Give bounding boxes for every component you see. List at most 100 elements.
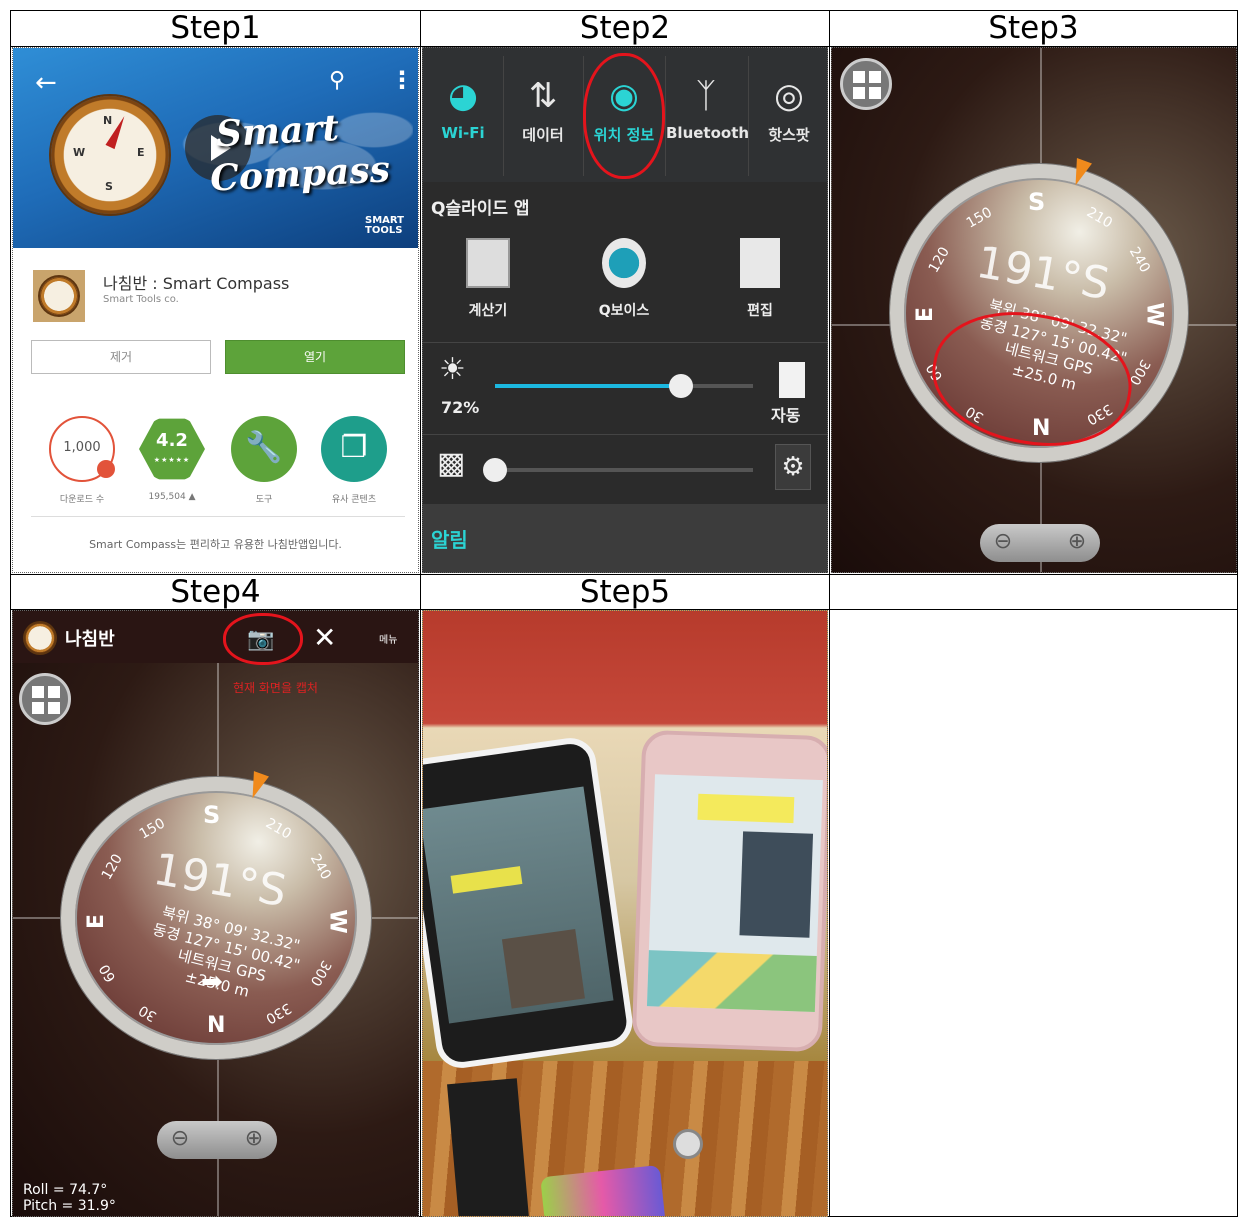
tile-wifi[interactable]: ◕ Wi-Fi [423, 56, 503, 176]
similar-badge[interactable]: ❐ [321, 416, 387, 482]
screen-message [697, 793, 795, 824]
deg-240: 240 [1125, 244, 1153, 276]
notification-label: 알림 [431, 528, 468, 552]
menu-button[interactable]: 메뉴 [379, 631, 397, 646]
dir-w: W [1141, 302, 1167, 327]
dir-w: W [324, 909, 350, 934]
back-arrow-icon[interactable]: ← [35, 68, 57, 98]
app-icon [33, 270, 85, 322]
volume-slider[interactable] [495, 468, 753, 472]
more-vert-icon[interactable]: ⋮ [390, 66, 414, 94]
dir-e: E [913, 306, 939, 323]
orientation-readout: Roll = 74.7° Pitch = 31.9° [23, 1182, 116, 1214]
zoom-out-icon[interactable]: ⊖ [988, 528, 1018, 558]
step5-photo [422, 610, 828, 1217]
rating-badge[interactable]: 4.2 ★★★★★ [139, 418, 205, 480]
notification-panel: 알림 [423, 504, 827, 572]
wifi-icon: ◕ [448, 76, 478, 116]
deg-60: 60 [96, 961, 120, 985]
deg-120: 120 [925, 244, 953, 276]
brightness-percent: 72% [441, 398, 480, 417]
tile-label: Bluetooth [666, 124, 750, 142]
app-banner: ← ⚲ ⋮ N W E S Smart Compass SMART TOOLS [13, 48, 418, 248]
rating-count: 195,504 ▲ [148, 492, 196, 502]
capture-caption: 현재 화면을 캡처 [233, 681, 318, 695]
photo-object [673, 1129, 703, 1159]
col-divider-1 [420, 10, 421, 1217]
quick-settings-row: ◕ Wi-Fi ⇅ 데이터 ◉ 위치 정보 ᛉ Bluetooth ◎ 핫스팟 [423, 48, 827, 182]
deg-240: 240 [306, 851, 334, 883]
location-highlight-circle [583, 53, 665, 179]
app-title: 나침반 [65, 629, 115, 650]
app-edit[interactable]: 편집 [705, 238, 815, 320]
tile-data[interactable]: ⇅ 데이터 [503, 56, 583, 176]
deg-150: 150 [136, 815, 168, 843]
volume-knob[interactable] [483, 458, 507, 482]
step2-quick-settings: ◕ Wi-Fi ⇅ 데이터 ◉ 위치 정보 ᛉ Bluetooth ◎ 핫스팟 … [422, 47, 828, 573]
deg-30: 30 [136, 1001, 160, 1025]
wrench-icon: 🔧 [245, 430, 283, 465]
app-qvoice[interactable]: Q보이스 [569, 238, 679, 320]
edit-icon [740, 238, 780, 288]
header-step5: Step5 [579, 574, 671, 610]
dir-e: E [84, 913, 110, 930]
tile-label: Wi-Fi [441, 124, 485, 142]
dir-n: N [207, 1013, 226, 1038]
step4-compass-capture: 나침반 📷 ✕ 메뉴 현재 화면을 캡처 S E W N 150 210 120… [12, 610, 419, 1217]
brand-logo: SMART TOOLS [365, 215, 404, 236]
dir-s: S [203, 801, 221, 829]
app-name: 나침반 : Smart Compass [103, 274, 290, 293]
tile-bluetooth[interactable]: ᛉ Bluetooth [666, 56, 750, 176]
auto-brightness-checkbox[interactable] [779, 362, 805, 398]
data-icon: ⇅ [528, 76, 558, 116]
screen-message [450, 866, 523, 894]
header-step2: Step2 [579, 10, 671, 46]
app-label: Q보이스 [598, 303, 650, 319]
uninstall-button[interactable]: 제거 [31, 340, 211, 374]
header-step4: Step4 [170, 574, 261, 610]
phone-pink [631, 729, 827, 1053]
qslide-title: Q슬라이드 앱 [431, 199, 530, 219]
category-label: 도구 [255, 495, 273, 505]
deg-210: 210 [262, 815, 294, 843]
category-badge[interactable]: 🔧 [231, 416, 297, 482]
tile-label: 핫스팟 [768, 126, 810, 144]
app-calculator[interactable]: 계산기 [433, 238, 543, 320]
deg-120: 120 [98, 851, 126, 883]
voice-icon [602, 238, 646, 288]
bluetooth-icon: ᛉ [695, 76, 717, 116]
calculator-icon [466, 238, 510, 288]
vibrate-icon[interactable]: ▩ [437, 446, 465, 481]
zoom-in-icon[interactable]: ⊕ [239, 1125, 269, 1155]
tile-hotspot[interactable]: ◎ 핫스팟 [749, 56, 827, 176]
zoom-control: ⊖ ⊕ [157, 1121, 277, 1159]
close-icon[interactable]: ✕ [313, 621, 336, 654]
downloads-badge: 1,000 [49, 416, 115, 482]
header-step3: Step3 [988, 10, 1079, 46]
app-label: 편집 [747, 303, 773, 319]
rating-value: 4.2 [156, 430, 188, 451]
brightness-knob[interactable] [668, 374, 693, 398]
developer-name[interactable]: Smart Tools co. [103, 294, 179, 305]
search-icon[interactable]: ⚲ [329, 68, 345, 93]
phone-white-screen [423, 786, 614, 1024]
screen-image [739, 831, 814, 938]
zoom-out-icon[interactable]: ⊖ [165, 1125, 195, 1155]
step1-playstore-screen: ← ⚲ ⋮ N W E S Smart Compass SMART TOOLS … [12, 47, 419, 573]
header-step1: Step1 [170, 10, 261, 46]
app-toolbar: 나침반 📷 ✕ 메뉴 [13, 611, 418, 663]
screen-image [646, 950, 817, 1012]
settings-gear-icon[interactable]: ⚙ [775, 444, 811, 490]
widget-button[interactable] [840, 58, 892, 110]
roll-value: Roll = 74.7° [23, 1182, 108, 1198]
app-description: Smart Compass는 편리하고 유용한 나침반앱입니다. [89, 538, 342, 551]
compass-logo-icon: N W E S [51, 96, 169, 214]
zoom-in-icon[interactable]: ⊕ [1062, 528, 1092, 558]
similar-label: 유사 콘텐츠 [331, 495, 377, 505]
dir-s: S [1028, 188, 1046, 216]
brightness-fill [495, 384, 681, 388]
app-logo-icon [25, 623, 55, 653]
open-button[interactable]: 열기 [225, 340, 405, 374]
widget-button[interactable] [19, 673, 71, 725]
cards-icon: ❐ [340, 430, 368, 465]
